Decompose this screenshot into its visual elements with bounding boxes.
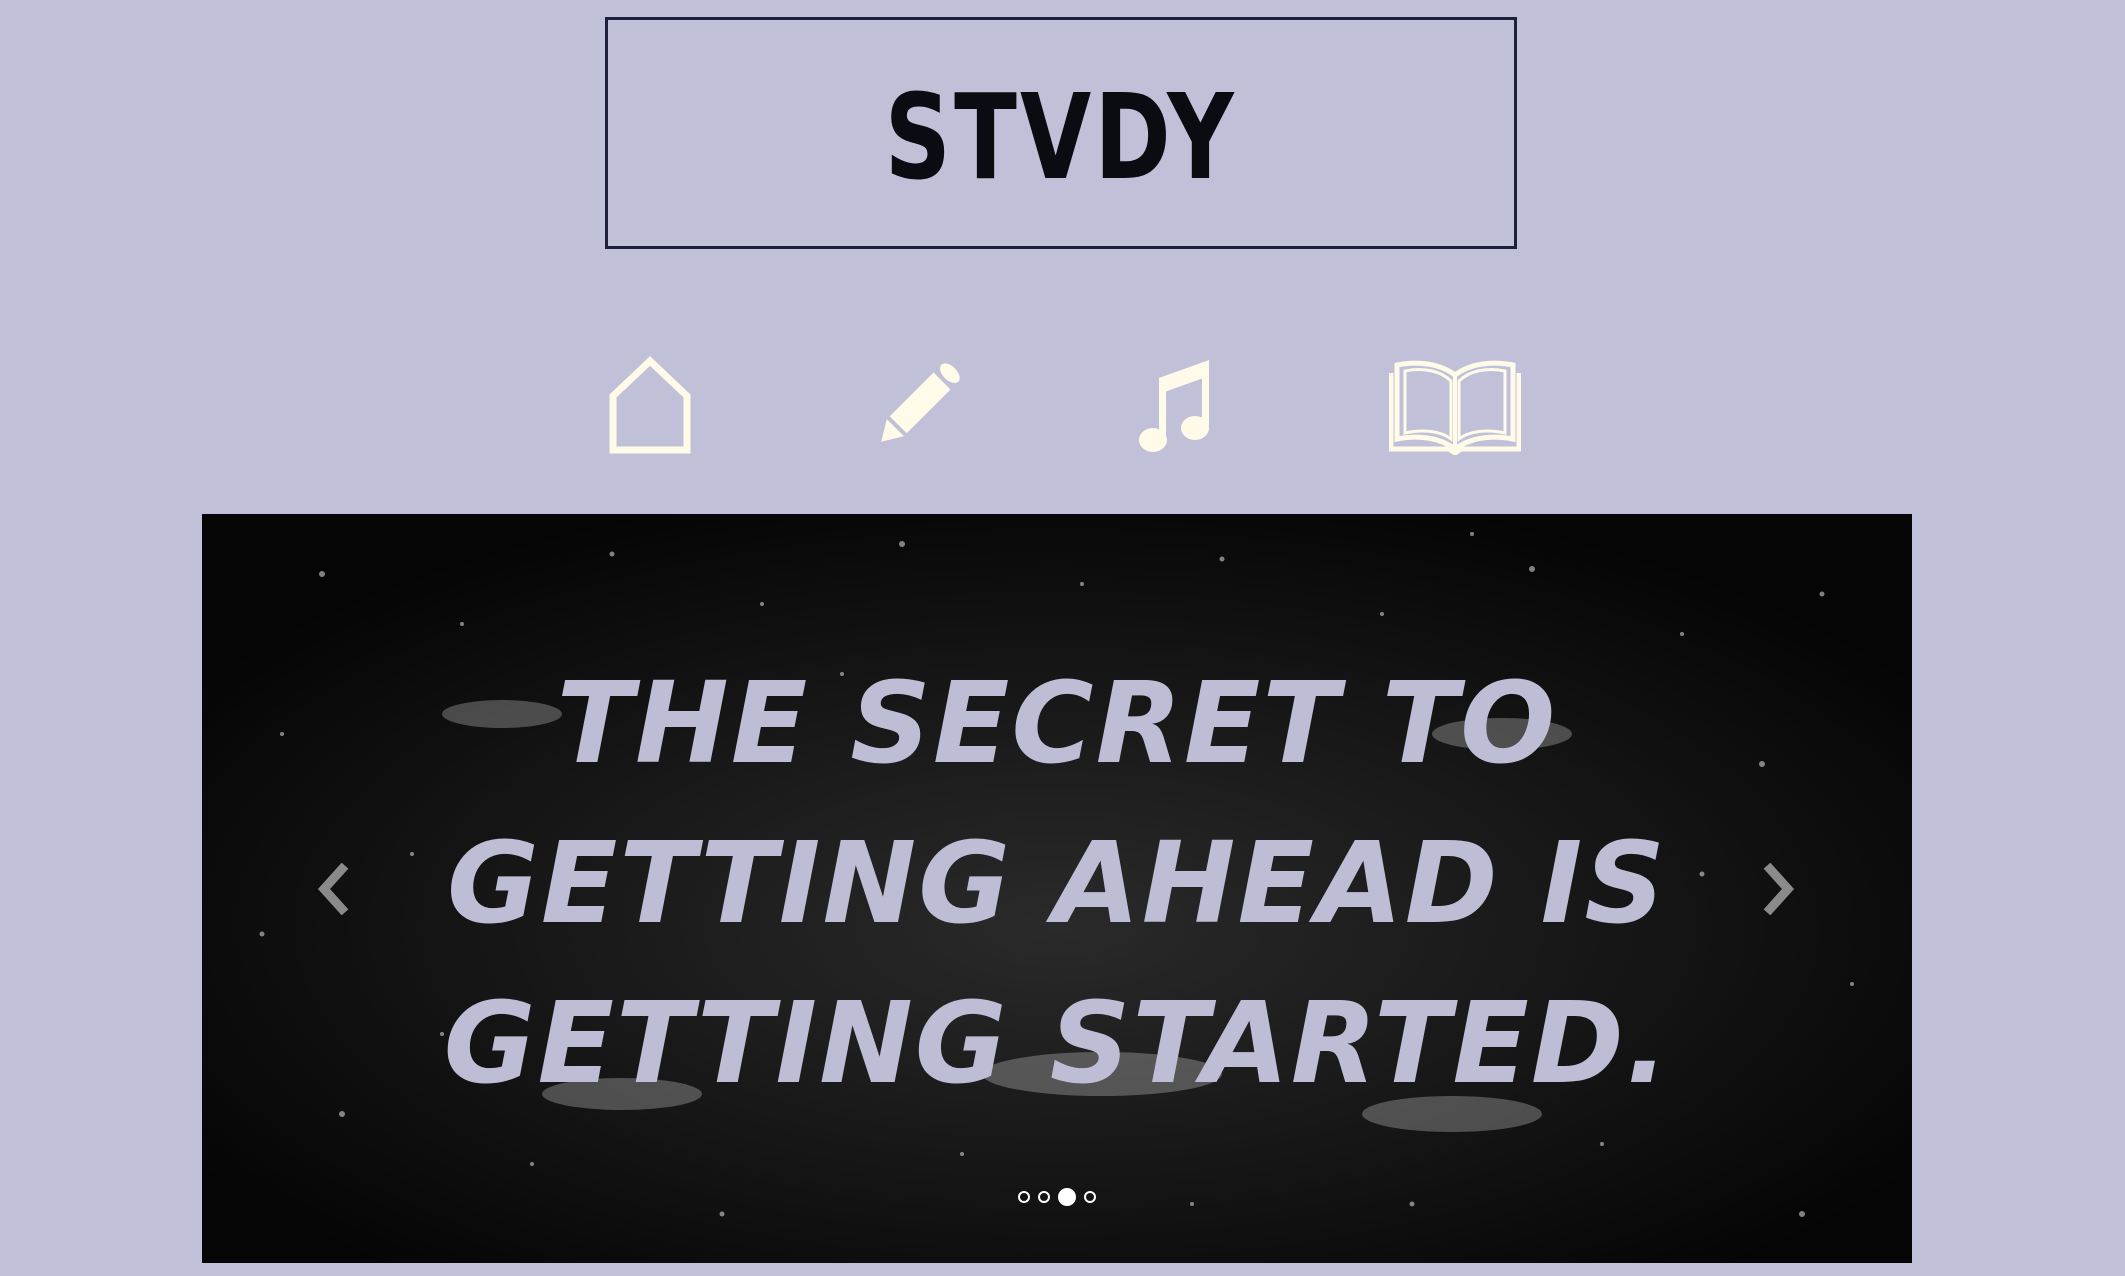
quote-line-1: The secret to xyxy=(556,659,1558,789)
quote-text: The secret to getting ahead is getting s… xyxy=(202,644,1912,1124)
nav-home[interactable] xyxy=(600,345,700,465)
nav-read[interactable] xyxy=(1380,345,1530,465)
quote-carousel[interactable]: The secret to getting ahead is getting s… xyxy=(202,514,1912,1263)
nav-write[interactable] xyxy=(868,345,968,465)
carousel-dot-3-active[interactable] xyxy=(1058,1188,1076,1206)
carousel-dot-4[interactable] xyxy=(1084,1191,1096,1203)
nav-music[interactable] xyxy=(1127,345,1227,465)
chevron-left-icon xyxy=(317,863,349,915)
pencil-icon xyxy=(881,363,960,442)
carousel-indicators xyxy=(202,1188,1912,1206)
quote-line-3: getting started. xyxy=(443,979,1671,1109)
open-book-icon xyxy=(1389,360,1521,455)
icon-navigation xyxy=(0,345,2125,465)
carousel-next-button[interactable] xyxy=(1750,854,1810,924)
site-logo-text[interactable]: STVDY xyxy=(885,78,1237,196)
carousel-dot-1[interactable] xyxy=(1018,1191,1030,1203)
site-logo-box[interactable]: STVDY xyxy=(605,17,1517,249)
page: STVDY THE SECRET TO GETTING AHEAD IS GET… xyxy=(0,0,2125,1276)
music-note-icon xyxy=(1139,360,1209,452)
carousel-prev-button[interactable] xyxy=(302,854,362,924)
carousel-dot-2[interactable] xyxy=(1038,1191,1050,1203)
home-icon xyxy=(609,356,691,454)
chevron-right-icon xyxy=(1763,863,1795,915)
quote-line-2: getting ahead is xyxy=(446,819,1668,949)
